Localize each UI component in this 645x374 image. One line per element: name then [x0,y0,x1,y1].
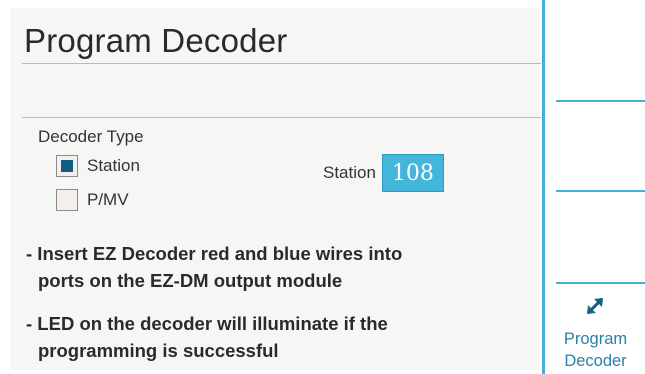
main-panel: Program Decoder Decoder Type Station P/M… [10,8,541,370]
program-decoder-label-line-2: Decoder [564,352,627,370]
divider [22,117,541,118]
pmv-checkbox[interactable] [56,189,78,211]
page-title: Program Decoder [24,22,288,59]
screen: { "page": { "title": "Program Decoder" }… [0,0,645,374]
program-decoder-label-line-1: Program [563,330,628,348]
instruction-1-line-1: - Insert EZ Decoder red and blue wires i… [26,243,403,264]
station-field: Station 108 [323,154,444,192]
divider [22,63,541,64]
station-number-label: Station [323,163,376,182]
softkey-panel-border [542,0,545,374]
station-number-input[interactable]: 108 [381,154,444,192]
station-option-label: Station [87,156,140,175]
option-station[interactable]: Station [56,155,140,177]
instruction-2: - LED on the decoder will illuminate if … [26,310,496,364]
softkey-slot-1[interactable] [556,100,645,102]
instruction-2-line-1: - LED on the decoder will illuminate if … [26,313,388,334]
option-pmv[interactable]: P/MV [56,189,129,211]
softkey-slot-3 [556,282,645,284]
softkey-slot-2[interactable] [556,190,645,192]
instruction-1-line-2: ports on the EZ-DM output module [38,270,343,291]
station-checkbox[interactable] [56,155,78,177]
program-decoder-button[interactable]: Program Decoder [548,290,643,374]
pmv-option-label: P/MV [87,190,129,209]
decoder-type-label: Decoder Type [38,127,144,146]
double-arrow-icon [582,293,608,324]
instruction-1: - Insert EZ Decoder red and blue wires i… [26,240,496,294]
instruction-2-line-2: programming is successful [38,340,279,361]
checked-mark [61,160,73,172]
